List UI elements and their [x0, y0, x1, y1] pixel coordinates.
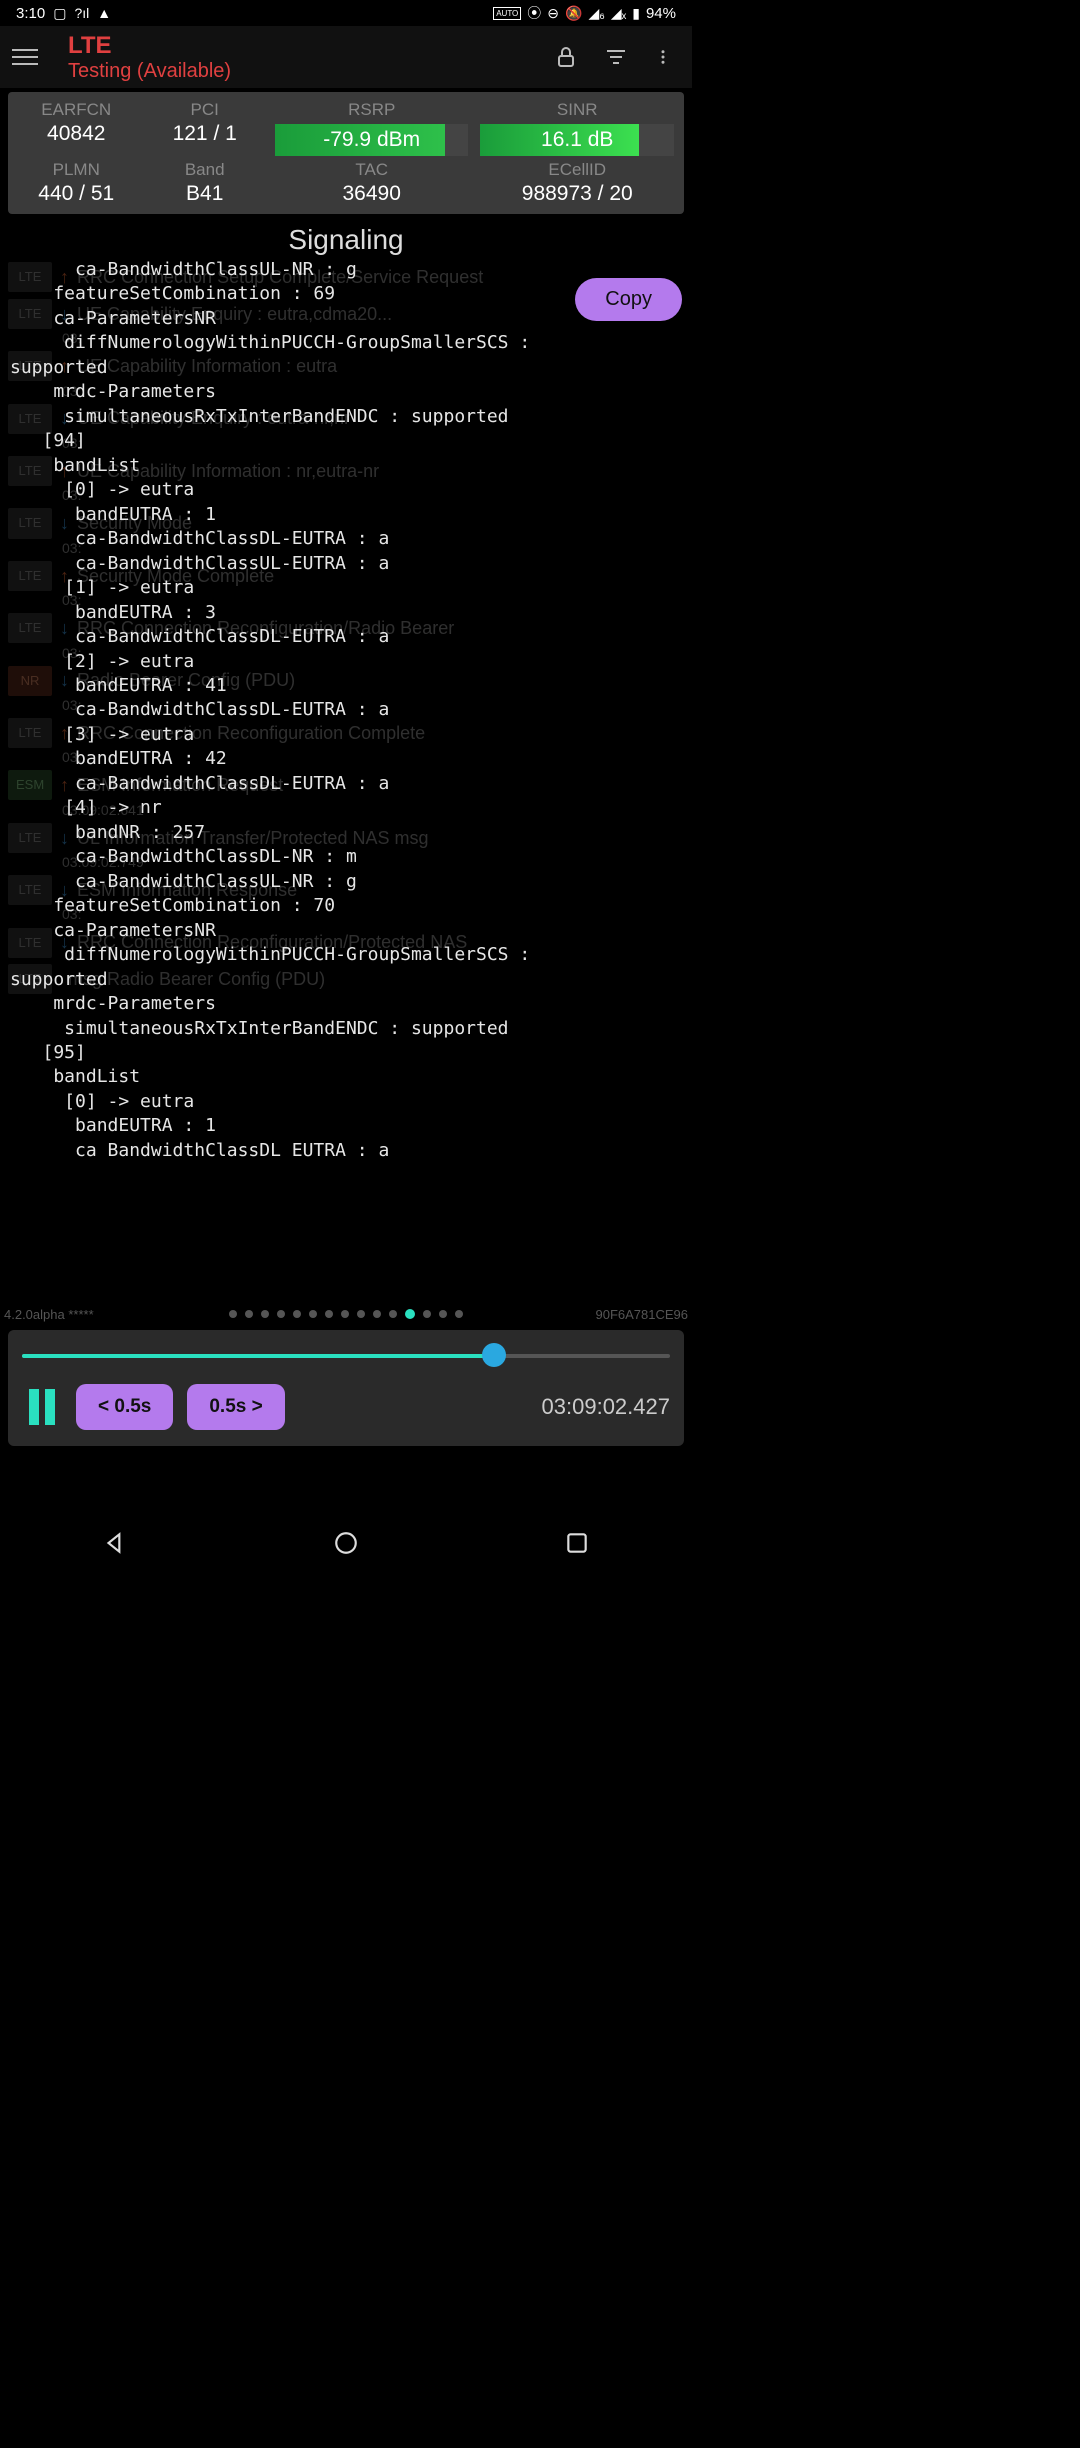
- dnd-icon: ⊖: [547, 5, 559, 22]
- app-header: LTE Testing (Available): [0, 26, 692, 88]
- lock-icon[interactable]: [554, 45, 578, 69]
- metric-pci: PCI121 / 1: [140, 98, 268, 158]
- log-container: LTE↑RRC Connection Setup Complete/Servic…: [0, 258, 692, 1200]
- section-title: Signaling: [0, 224, 692, 256]
- playback-slider[interactable]: [22, 1348, 670, 1362]
- copy-button[interactable]: Copy: [575, 278, 682, 321]
- system-nav: [0, 1517, 692, 1569]
- page-title: LTE Testing (Available): [68, 32, 554, 83]
- status-bar: 3:10 ▢ ?ıl ▲ AUTO ⦿ ⊖ 🔕 ◢₆ ◢ₓ ▮ 94%: [0, 0, 692, 26]
- playback-panel: < 0.5s 0.5s > 03:09:02.427: [8, 1330, 684, 1446]
- pause-button[interactable]: [22, 1387, 62, 1427]
- metrics-panel: EARFCN40842PCI121 / 1RSRP-79.9 dBmSINR16…: [8, 92, 684, 214]
- menu-button[interactable]: [12, 41, 44, 73]
- device-id: 90F6A781CE96: [595, 1307, 688, 1322]
- metric-sinr: SINR16.1 dB: [474, 98, 680, 158]
- metric-rsrp: RSRP-79.9 dBm: [269, 98, 475, 158]
- metric-band: BandB41: [140, 158, 268, 208]
- metric-plmn: PLMN440 / 51: [12, 158, 140, 208]
- wifi-icon: ◢₆: [588, 5, 604, 22]
- location-icon: ⦿: [527, 3, 541, 23]
- metric-earfcn: EARFCN40842: [12, 98, 140, 158]
- active-dot: [405, 1309, 415, 1319]
- more-icon[interactable]: [654, 45, 672, 69]
- seek-forward-button[interactable]: 0.5s >: [187, 1384, 284, 1430]
- mute-icon: 🔕: [565, 5, 582, 22]
- seek-back-button[interactable]: < 0.5s: [76, 1384, 173, 1430]
- version-label: 4.2.0alpha *****: [4, 1307, 94, 1322]
- slider-thumb[interactable]: [482, 1343, 506, 1367]
- metric-ecellid: ECellID988973 / 20: [474, 158, 680, 208]
- filter-icon[interactable]: [604, 45, 628, 69]
- log-detail-overlay[interactable]: ca-BandwidthClassUL-NR : g featureSetCom…: [0, 258, 692, 1200]
- battery-icon: ▮: [632, 5, 640, 22]
- metric-tac: TAC36490: [269, 158, 475, 208]
- warning-icon: ▲: [97, 5, 111, 21]
- gallery-icon: ▢: [53, 5, 66, 22]
- cell-icon: ◢ₓ: [611, 5, 626, 22]
- status-time: 3:10: [16, 5, 45, 22]
- back-button[interactable]: [102, 1530, 128, 1556]
- home-button[interactable]: [333, 1530, 359, 1556]
- auto-icon: AUTO: [493, 7, 521, 20]
- recents-button[interactable]: [564, 1530, 590, 1556]
- playback-time: 03:09:02.427: [542, 1394, 670, 1420]
- page-indicator: 4.2.0alpha ***** 90F6A781CE96: [0, 1309, 692, 1319]
- signal-q-icon: ?ıl: [74, 5, 89, 21]
- battery-pct: 94%: [646, 5, 676, 22]
